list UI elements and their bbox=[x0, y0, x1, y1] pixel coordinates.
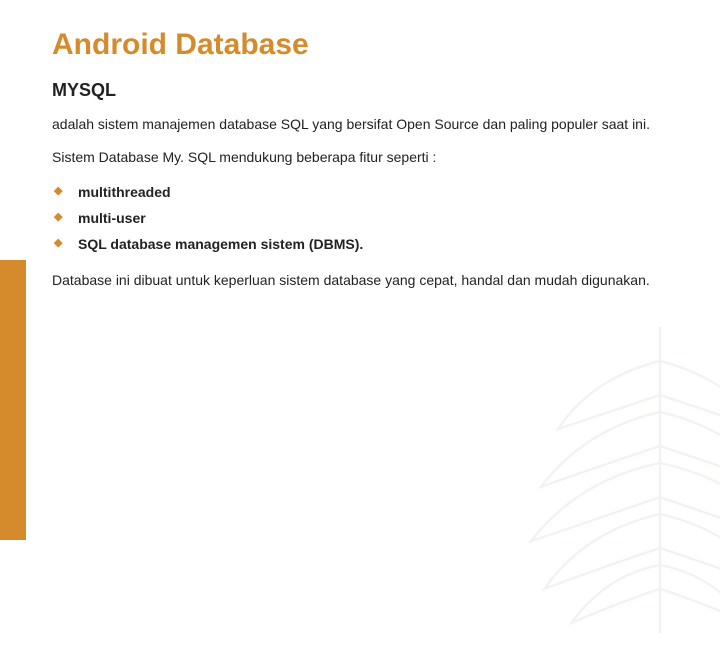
intro-paragraph: adalah sistem manajemen database SQL yan… bbox=[52, 115, 668, 134]
list-item: multi-user bbox=[52, 205, 668, 231]
feature-list: multithreaded multi-user SQL database ma… bbox=[52, 179, 668, 257]
accent-bar bbox=[0, 260, 26, 540]
leaf-watermark-icon bbox=[490, 310, 720, 650]
closing-paragraph: Database ini dibuat untuk keperluan sist… bbox=[52, 271, 668, 290]
list-item: SQL database managemen sistem (DBMS). bbox=[52, 231, 668, 257]
subtitle: MYSQL bbox=[52, 80, 668, 101]
list-item: multithreaded bbox=[52, 179, 668, 205]
support-line: Sistem Database My. SQL mendukung bebera… bbox=[52, 148, 668, 167]
page-title: Android Database bbox=[52, 28, 668, 62]
slide-content: Android Database MYSQL adalah sistem man… bbox=[0, 0, 720, 290]
